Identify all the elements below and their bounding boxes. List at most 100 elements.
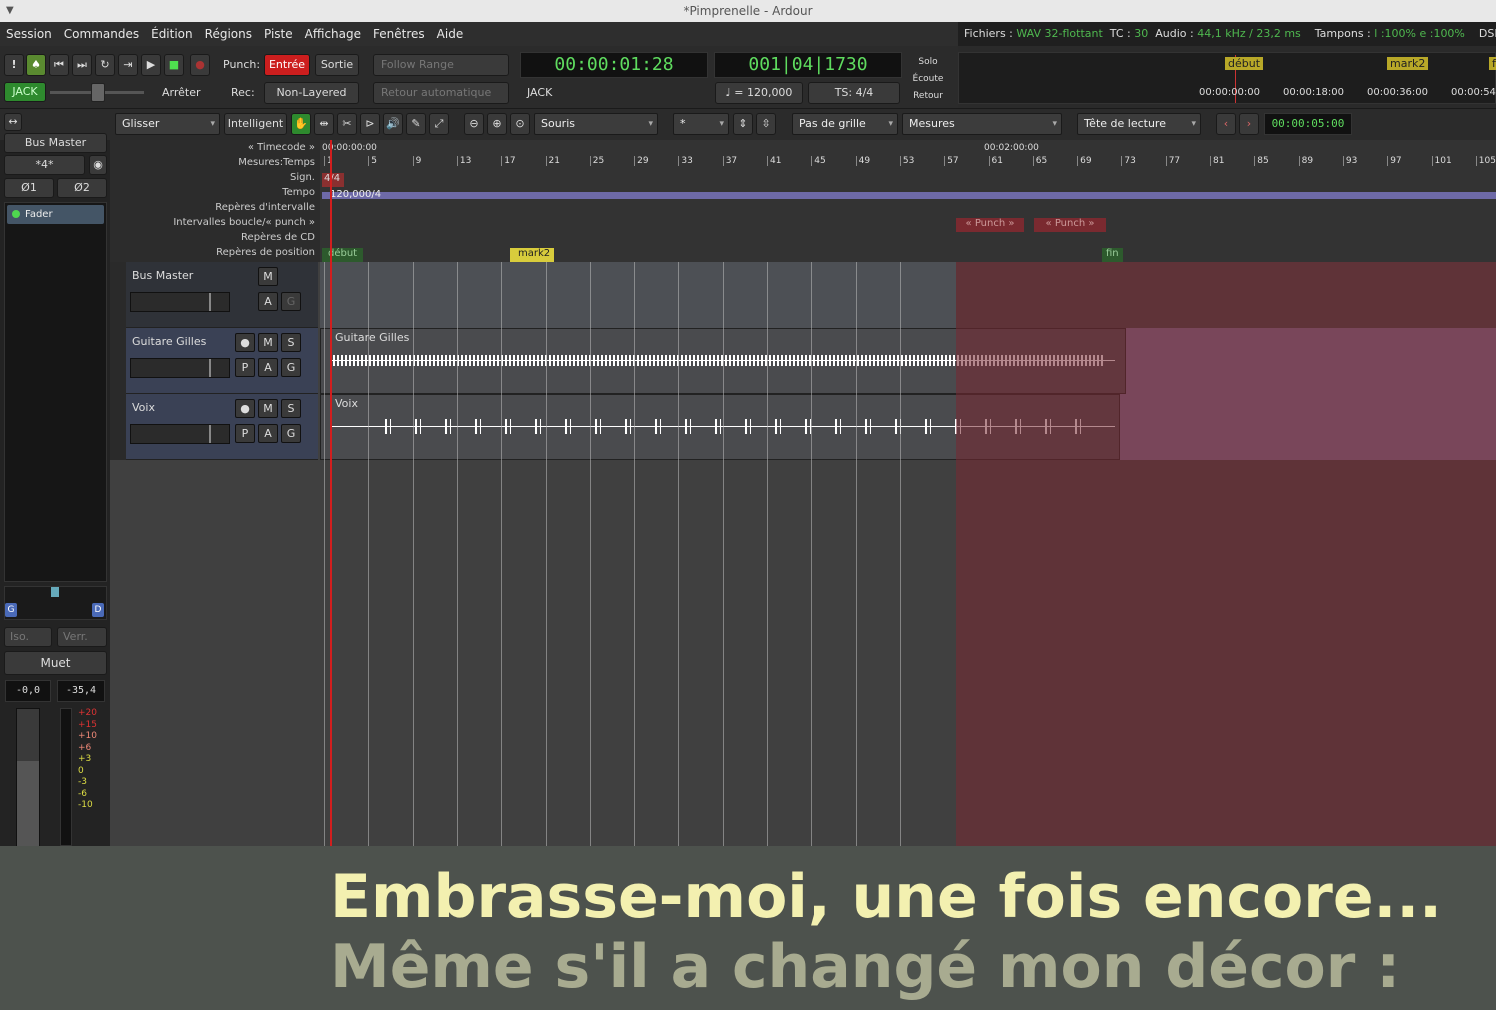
- location-marker-fin[interactable]: fin: [1102, 248, 1123, 262]
- guitare-gain-slider[interactable]: [130, 358, 230, 378]
- guitare-mute-button[interactable]: M: [258, 333, 278, 352]
- guitare-rec-button[interactable]: ●: [235, 333, 255, 352]
- playhead-select[interactable]: Tête de lecture: [1077, 113, 1201, 135]
- phase2-button[interactable]: Ø2: [57, 178, 107, 198]
- track-header-voix[interactable]: Voix ● M S P A G: [126, 394, 318, 460]
- strip-input-button[interactable]: *4*: [4, 155, 85, 175]
- bbt-ruler[interactable]: 1591317212529333741454953576165697377818…: [320, 155, 1496, 170]
- master-group-button[interactable]: G: [281, 292, 301, 311]
- voix-gain-slider[interactable]: [130, 424, 230, 444]
- mini-marker-fin[interactable]: f: [1489, 57, 1496, 70]
- menu-regions[interactable]: Régions: [199, 22, 258, 46]
- audition-tool-icon[interactable]: 🔊: [383, 113, 403, 135]
- stop-icon[interactable]: ■: [164, 54, 184, 76]
- track-name-guitare[interactable]: Guitare Gilles: [132, 335, 206, 348]
- nudge-forward-icon[interactable]: ›: [1239, 113, 1259, 135]
- goto-end-icon[interactable]: ⏭: [72, 54, 92, 76]
- cut-tool-icon[interactable]: ✂: [337, 113, 357, 135]
- edit-point-select[interactable]: Souris: [534, 113, 658, 135]
- input-trim-knob-icon[interactable]: ◉: [89, 155, 107, 175]
- processor-led-icon[interactable]: [12, 210, 20, 218]
- mini-timeline[interactable]: début mark2 f 00:00:00:00 00:00:18:00 00…: [958, 52, 1496, 104]
- track-header-master[interactable]: Bus Master M A G: [126, 262, 318, 328]
- master-lane[interactable]: [320, 262, 956, 328]
- menu-commandes[interactable]: Commandes: [58, 22, 145, 46]
- range-tool-icon[interactable]: ⇹: [314, 113, 334, 135]
- shuttle-knob[interactable]: [91, 83, 105, 102]
- track-name-master[interactable]: Bus Master: [132, 269, 193, 282]
- metronome-icon[interactable]: ♠: [26, 54, 46, 76]
- voix-group-button[interactable]: G: [281, 424, 301, 443]
- play-icon[interactable]: ▶: [141, 54, 161, 76]
- tempo-curve[interactable]: [322, 192, 1496, 199]
- lock-button[interactable]: Verr.: [57, 627, 107, 647]
- ecoute-indicator[interactable]: Écoute: [906, 71, 950, 88]
- nudge-clock[interactable]: 00:00:05:00: [1264, 113, 1352, 135]
- solo-indicator[interactable]: Solo: [906, 54, 950, 71]
- retour-indicator[interactable]: Retour: [906, 88, 950, 105]
- playhead[interactable]: [330, 140, 332, 846]
- zoom-focus-select[interactable]: *: [673, 113, 729, 135]
- iso-button[interactable]: Iso.: [4, 627, 52, 647]
- follow-range-button[interactable]: Follow Range: [373, 54, 509, 76]
- track-header-guitare[interactable]: Guitare Gilles ● M S P A G: [126, 328, 318, 394]
- guitare-playlist-button[interactable]: P: [235, 358, 255, 377]
- fader-processor[interactable]: Fader: [7, 205, 104, 224]
- primary-clock[interactable]: 00:00:01:28: [520, 52, 708, 78]
- phase1-button[interactable]: Ø1: [4, 178, 54, 198]
- goto-start-icon[interactable]: ⏮: [49, 54, 69, 76]
- menu-piste[interactable]: Piste: [258, 22, 299, 46]
- shrink-tracks-icon[interactable]: ⇕: [733, 113, 753, 135]
- secondary-clock[interactable]: 001|04|1730: [714, 52, 902, 78]
- punch-out-button[interactable]: Sortie: [315, 54, 359, 76]
- voix-solo-button[interactable]: S: [281, 399, 301, 418]
- smart-mode-button[interactable]: Intelligent: [224, 113, 287, 135]
- peak-display[interactable]: -35,4: [57, 680, 105, 702]
- draw-tool-icon[interactable]: ✎: [406, 113, 426, 135]
- guitare-group-button[interactable]: G: [281, 358, 301, 377]
- mute-button[interactable]: Muet: [4, 651, 107, 675]
- master-mute-button[interactable]: M: [258, 267, 278, 286]
- punch-range-2[interactable]: « Punch »: [1034, 218, 1106, 232]
- timesig-display[interactable]: TS: 4/4: [808, 82, 900, 104]
- nudge-back-icon[interactable]: ‹: [1216, 113, 1236, 135]
- record-icon[interactable]: ●: [190, 54, 210, 76]
- strip-name-button[interactable]: Bus Master: [4, 133, 107, 153]
- editor-mixer-toggle-icon[interactable]: ↔: [4, 113, 22, 131]
- loop-icon[interactable]: ↻: [95, 54, 115, 76]
- voix-auto-button[interactable]: A: [258, 424, 278, 443]
- mini-marker-mark2[interactable]: mark2: [1387, 57, 1429, 70]
- tempo-marker[interactable]: 120,000/4: [330, 189, 381, 200]
- zoom-out-icon[interactable]: ⊖: [464, 113, 484, 135]
- stretch-tool-icon[interactable]: ⊳: [360, 113, 380, 135]
- master-gain-slider[interactable]: [130, 292, 230, 312]
- location-marker-mark2[interactable]: mark2: [510, 248, 555, 262]
- location-marker-debut[interactable]: début: [322, 248, 364, 262]
- grid-unit-select[interactable]: Mesures: [902, 113, 1062, 135]
- edit-mode-select[interactable]: Glisser: [115, 113, 220, 135]
- gain-display[interactable]: -0,0: [5, 680, 51, 702]
- voix-rec-button[interactable]: ●: [235, 399, 255, 418]
- punch-in-button[interactable]: Entrée: [264, 54, 310, 76]
- menu-session[interactable]: Session: [0, 22, 58, 46]
- zoom-in-icon[interactable]: ⊕: [487, 113, 507, 135]
- guitare-solo-button[interactable]: S: [281, 333, 301, 352]
- voix-mute-button[interactable]: M: [258, 399, 278, 418]
- auto-return-button[interactable]: Retour automatique: [373, 82, 509, 104]
- meter-marker[interactable]: 4/4: [322, 173, 344, 187]
- guitare-auto-button[interactable]: A: [258, 358, 278, 377]
- menu-edition[interactable]: Édition: [145, 22, 199, 46]
- panic-icon[interactable]: !: [4, 54, 24, 76]
- tempo-display[interactable]: ♩ = 120,000: [715, 82, 803, 104]
- window-menu-icon[interactable]: ▼: [6, 0, 14, 22]
- menu-aide[interactable]: Aide: [431, 22, 470, 46]
- punch-range-1[interactable]: « Punch »: [956, 218, 1024, 232]
- pan-position-icon[interactable]: [51, 587, 59, 597]
- expand-tracks-icon[interactable]: ⇳: [756, 113, 776, 135]
- jack-button[interactable]: JACK: [4, 82, 46, 102]
- grab-tool-icon[interactable]: ✋: [291, 113, 311, 135]
- gain-fader[interactable]: [16, 708, 40, 847]
- play-range-icon[interactable]: ⇥: [118, 54, 138, 76]
- processor-box[interactable]: Fader: [4, 202, 107, 582]
- rec-mode-button[interactable]: Non-Layered: [264, 82, 359, 104]
